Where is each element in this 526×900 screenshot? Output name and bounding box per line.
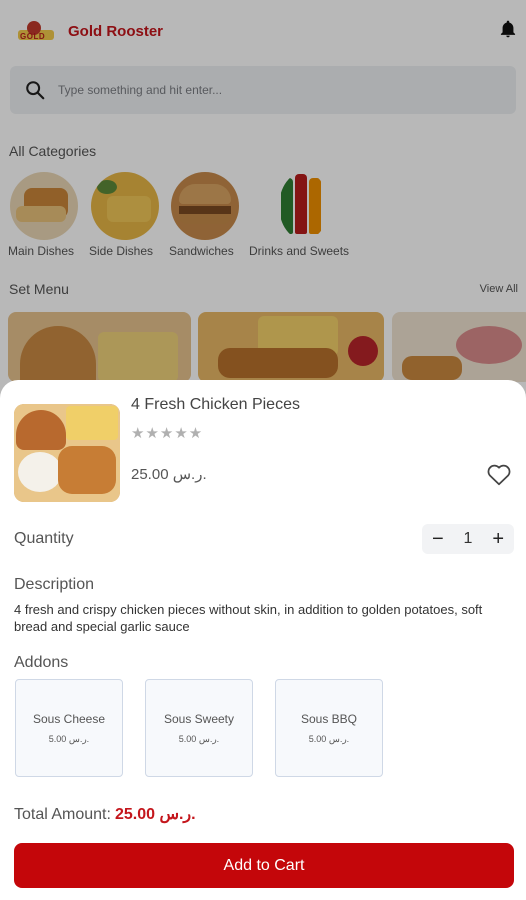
addon-sous-bbq[interactable]: Sous BBQ 5.00 ر.س. [275, 679, 383, 777]
addon-name: Sous Sweety [163, 712, 235, 726]
addon-price: 5.00 ر.س. [178, 734, 220, 744]
add-to-cart-button[interactable]: Add to Cart [14, 843, 514, 888]
addon-name: Sous Cheese [32, 712, 106, 726]
quantity-label: Quantity [14, 530, 74, 547]
product-name: 4 Fresh Chicken Pieces [131, 396, 300, 413]
quantity-value: 1 [463, 530, 473, 547]
description-text: 4 fresh and crispy chicken pieces withou… [14, 602, 483, 634]
total-label: Total Amount: [14, 806, 111, 823]
addon-price: 5.00 ر.س. [308, 734, 350, 744]
rating-stars: ★★★★★ [131, 425, 204, 442]
addons-label: Addons [14, 654, 69, 671]
total-amount: Total Amount: 25.00 ر.س. [14, 804, 196, 824]
heart-icon[interactable] [486, 462, 512, 486]
increment-button[interactable]: + [492, 529, 504, 549]
description-label: Description [14, 576, 95, 593]
addon-sous-sweety[interactable]: Sous Sweety 5.00 ر.س. [145, 679, 253, 777]
decrement-button[interactable]: − [432, 529, 444, 549]
addon-price: 5.00 ر.س. [48, 734, 90, 744]
product-price: 25.00 ر.س. [131, 466, 207, 483]
product-bottom-sheet: 4 Fresh Chicken Pieces ★★★★★ 25.00 ر.س. … [0, 380, 526, 900]
quantity-stepper: − 1 + [422, 524, 514, 554]
total-value: 25.00 ر.س. [114, 806, 196, 823]
product-image [14, 404, 120, 502]
addon-sous-cheese[interactable]: Sous Cheese 5.00 ر.س. [15, 679, 123, 777]
addon-name: Sous BBQ [300, 712, 358, 726]
